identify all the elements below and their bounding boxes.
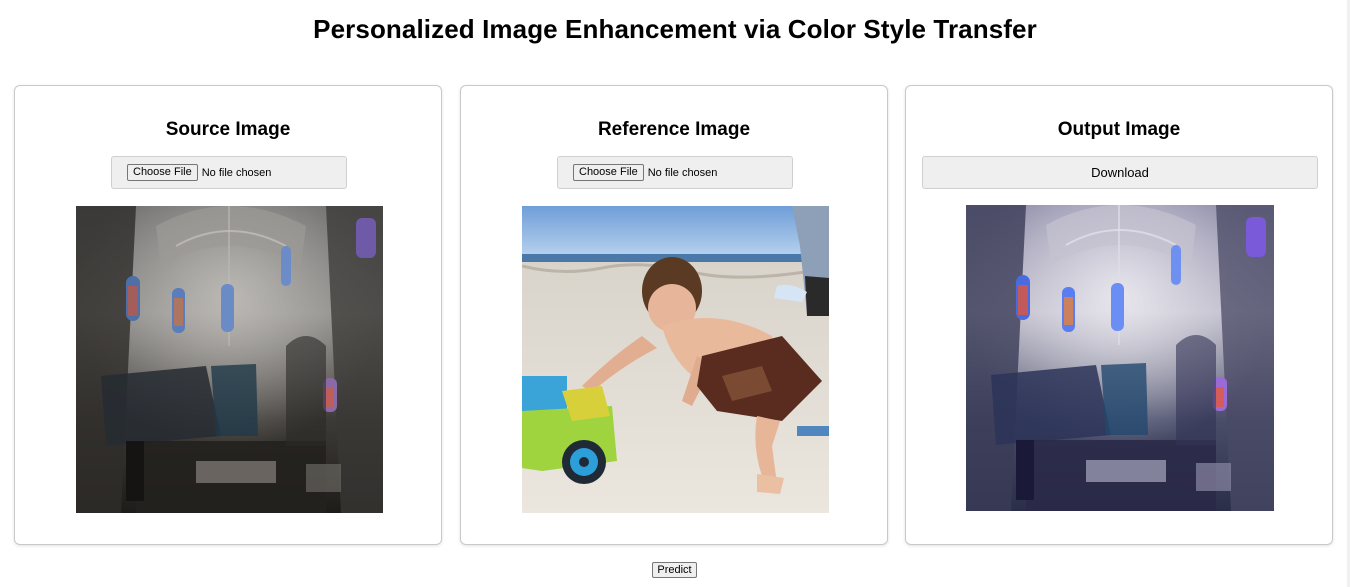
- reference-file-status: No file chosen: [647, 166, 718, 179]
- source-image: [76, 206, 383, 513]
- output-cathedral-picture: [966, 205, 1274, 511]
- source-heading: Source Image: [165, 119, 291, 140]
- predict-button[interactable]: Predict: [652, 562, 697, 578]
- reference-choose-file-button[interactable]: Choose File: [573, 164, 644, 181]
- source-panel: Source Image Choose File No file chosen: [14, 85, 442, 545]
- reference-beach-picture: [522, 206, 829, 513]
- reference-panel: Reference Image Choose File No file chos…: [460, 85, 888, 545]
- source-cathedral-picture: [76, 206, 383, 513]
- reference-image: [522, 206, 829, 513]
- reference-file-input[interactable]: Choose File No file chosen: [557, 156, 793, 189]
- source-file-input[interactable]: Choose File No file chosen: [111, 156, 347, 189]
- output-panel: Output Image Download: [905, 85, 1333, 545]
- source-choose-file-button[interactable]: Choose File: [127, 164, 198, 181]
- page-title: Personalized Image Enhancement via Color…: [313, 14, 1037, 44]
- download-button[interactable]: Download: [922, 156, 1318, 189]
- output-image: [966, 205, 1274, 511]
- source-file-status: No file chosen: [201, 166, 272, 179]
- reference-heading: Reference Image: [597, 119, 751, 140]
- app-page: Personalized Image Enhancement via Color…: [0, 0, 1350, 587]
- output-heading: Output Image: [1057, 119, 1181, 140]
